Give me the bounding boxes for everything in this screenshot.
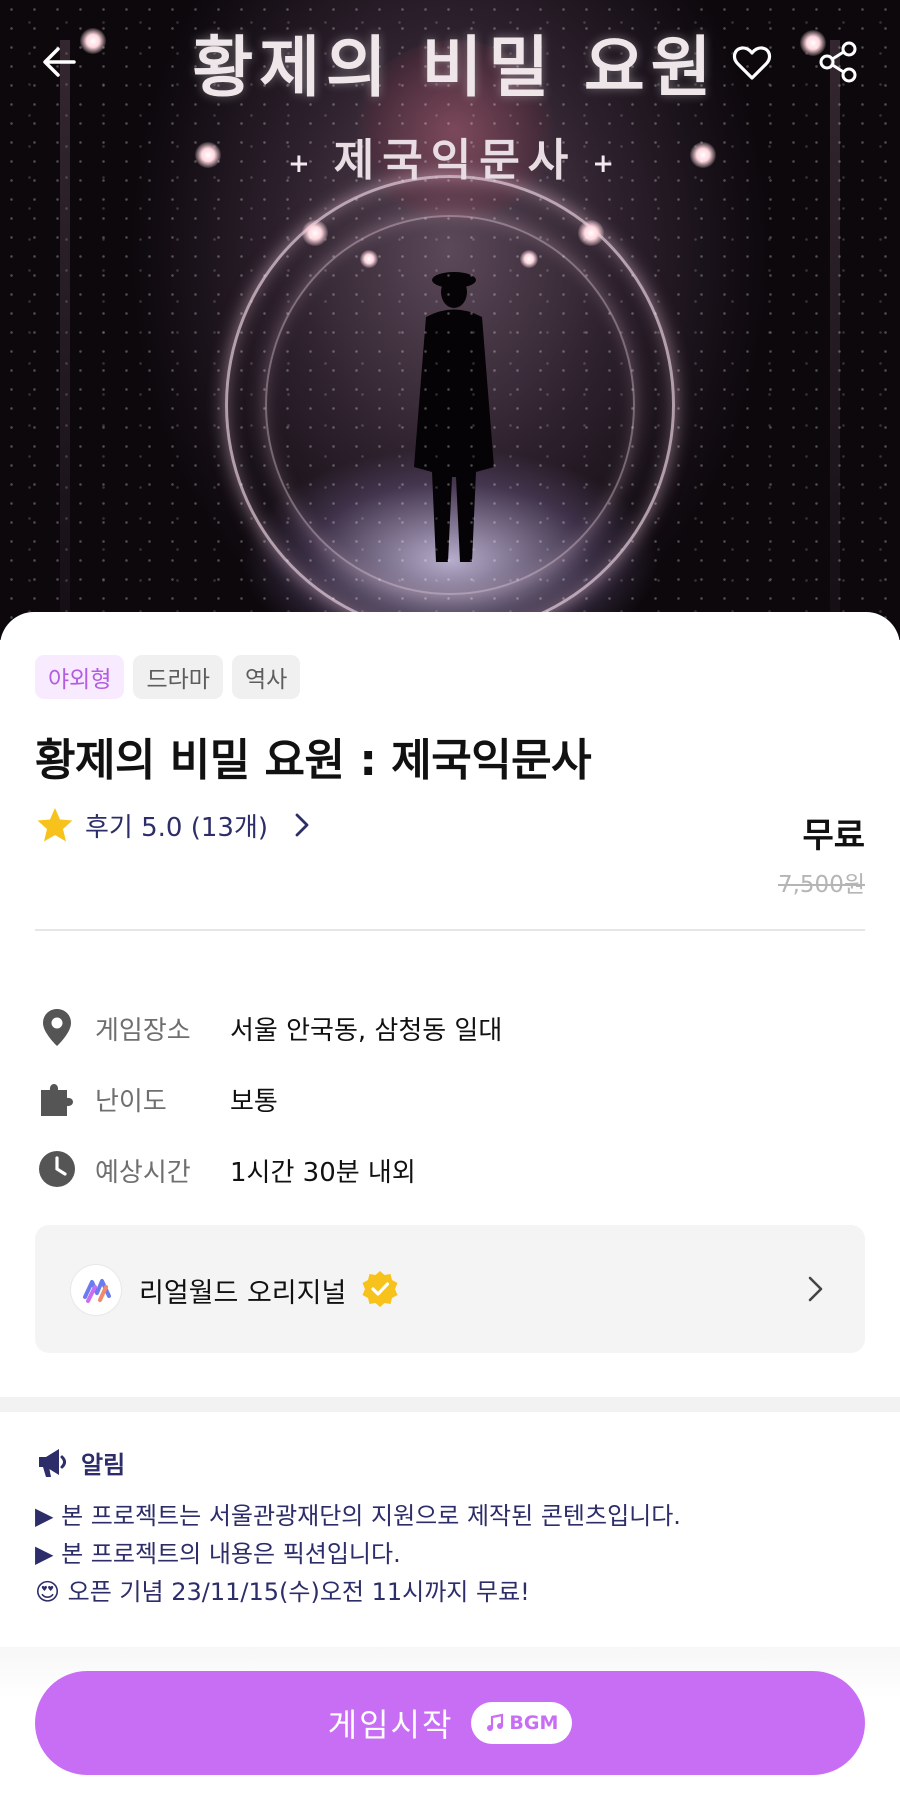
megaphone-icon xyxy=(39,1449,66,1477)
game-start-label: 게임시작 xyxy=(327,1706,454,1744)
game-title: 황제의 비밀 요원 : 제국익문사 xyxy=(35,735,592,786)
hero-image: 황제의 비밀 요원 + 제국익문사 + xyxy=(0,0,900,640)
info-key: 게임장소 xyxy=(95,1016,191,1046)
subtitle-deco-left: + xyxy=(288,148,318,179)
notice-line: ▶ 본 프로젝트는 서울관광재단의 지원으로 제작된 콘텐츠입니다. xyxy=(35,1502,681,1530)
info-key: 예상시간 xyxy=(95,1158,191,1188)
chevron-right-icon xyxy=(278,811,316,839)
notice-line: 😍 오픈 기념 23/11/15(수)오전 11시까지 무료! xyxy=(35,1578,530,1606)
info-value: 서울 안국동, 삼청동 일대 xyxy=(230,1016,503,1046)
game-start-button[interactable]: 게임시작 BGM xyxy=(35,1671,865,1775)
back-button[interactable] xyxy=(28,30,92,94)
like-button[interactable] xyxy=(720,30,784,94)
divider xyxy=(35,929,865,931)
original-price: 7,500원 xyxy=(777,872,865,898)
review-link[interactable]: 후기 5.0 (13개) xyxy=(35,805,316,845)
subtitle-deco-right: + xyxy=(592,148,622,179)
heart-outline-icon xyxy=(732,46,772,80)
notice-header: 알림 xyxy=(35,1444,125,1480)
hero-subtitle-art: + 제국익문사 + xyxy=(230,124,680,188)
clock-icon xyxy=(35,1147,79,1191)
bgm-badge: BGM xyxy=(471,1702,573,1744)
tag-history: 역사 xyxy=(231,655,301,699)
info-value: 보통 xyxy=(230,1087,278,1117)
share-button[interactable] xyxy=(806,30,870,94)
share-icon xyxy=(819,41,857,83)
review-label: 후기 5.0 (13개) xyxy=(85,812,269,843)
section-separator xyxy=(0,1397,900,1412)
verified-badge-icon xyxy=(362,1271,398,1307)
creator-card[interactable]: 리얼월드 오리지널 xyxy=(35,1225,865,1353)
arrow-left-icon xyxy=(43,47,76,77)
notice-line: ▶ 본 프로젝트의 내용은 픽션입니다. xyxy=(35,1540,401,1568)
notice-title: 알림 xyxy=(81,1450,126,1479)
bgm-label: BGM xyxy=(509,1712,559,1734)
creator-logo xyxy=(71,1265,121,1315)
music-note-icon xyxy=(487,1713,504,1731)
hero-title-art: 황제의 비밀 요원 xyxy=(192,28,718,106)
tag-list: 야외형 드라마 역사 xyxy=(35,655,301,699)
hero-subtitle-text: 제국익문사 xyxy=(333,135,577,186)
info-key: 난이도 xyxy=(95,1087,167,1117)
info-value: 1시간 30분 내외 xyxy=(230,1158,416,1188)
star-icon xyxy=(35,805,75,845)
tag-outdoor: 야외형 xyxy=(35,655,125,699)
detail-sheet: 야외형 드라마 역사 황제의 비밀 요원 : 제국익문사 후기 5.0 (13개… xyxy=(0,612,900,1819)
chevron-right-icon xyxy=(808,1276,823,1302)
tag-drama: 드라마 xyxy=(133,655,223,699)
notice-body: ▶ 본 프로젝트는 서울관광재단의 지원으로 제작된 콘텐츠입니다. ▶ 본 프… xyxy=(35,1497,681,1611)
creator-name: 리얼월드 오리지널 xyxy=(139,1278,347,1309)
location-pin-icon xyxy=(35,1005,79,1049)
price: 무료 xyxy=(802,816,865,856)
puzzle-piece-icon xyxy=(35,1076,79,1120)
